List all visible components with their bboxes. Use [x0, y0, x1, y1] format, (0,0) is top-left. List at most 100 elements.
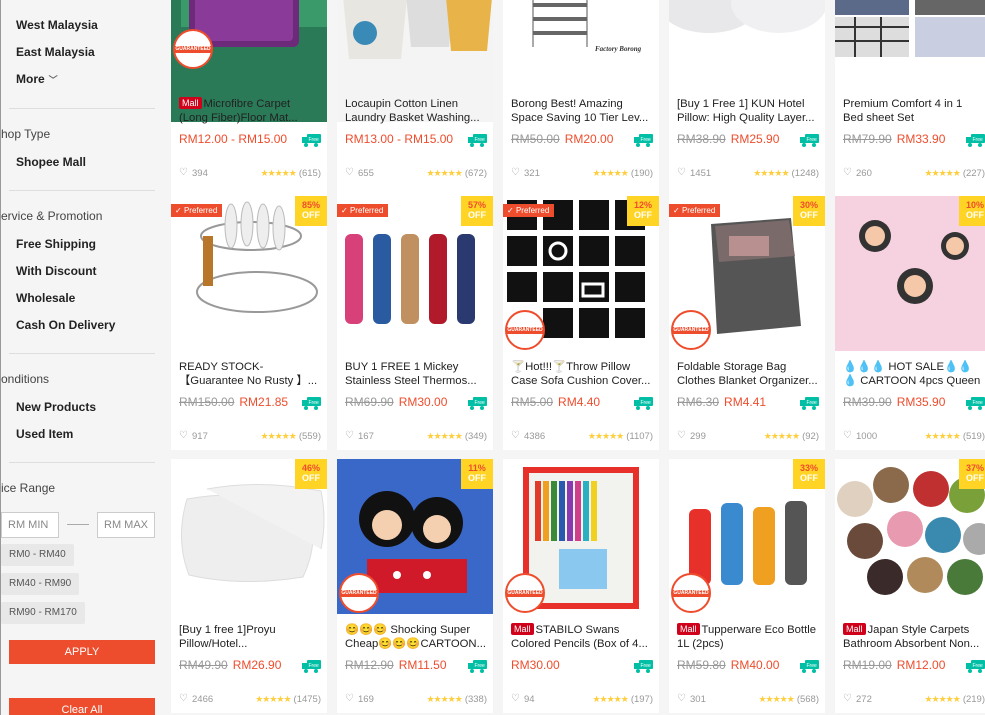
price-chip-40-90[interactable]: RM40 - RM90	[1, 573, 80, 595]
product-card[interactable]: Factory BorongFactory BorongBorong Best!…	[503, 0, 659, 221]
price-chip-90-170[interactable]: RM90 - RM170	[1, 602, 85, 624]
rating: ★★★★★ (519)	[924, 431, 985, 442]
product-title[interactable]: Borong Best! Amazing Space Saving 10 Tie…	[511, 97, 653, 125]
product-card[interactable]: 10% OFF 💧💧💧 HOT SALE💧💧💧 CARTOON 4pcs Queen…	[835, 196, 985, 450]
heart-icon[interactable]: ♡	[843, 693, 852, 704]
heart-icon[interactable]: ♡	[345, 430, 354, 441]
heart-icon[interactable]: ♡	[179, 430, 188, 441]
service-promotion-heading: ervice & Promotion	[1, 209, 103, 223]
original-price: RM150.00	[179, 395, 235, 409]
price-max-input[interactable]: RM MAX	[97, 512, 155, 538]
product-price: RM50.00 RM20.00	[511, 132, 613, 146]
heart-icon[interactable]: ♡	[179, 693, 188, 704]
filter-new-products[interactable]: New Products	[16, 400, 96, 414]
svg-text:Free: Free	[641, 137, 652, 143]
heart-icon[interactable]: ♡	[179, 167, 188, 178]
guaranteed-price-badge: GUARANTEED	[671, 573, 711, 613]
product-card[interactable]: ✓ Preferred 30% OFF GUARANTEED Foldable Stor…	[669, 196, 825, 450]
heart-icon[interactable]: ♡	[511, 167, 520, 178]
product-title[interactable]: Mall Microfibre Carpet (Long Fiber)Floor …	[179, 97, 321, 125]
product-title[interactable]: Premium Comfort 4 in 1 Bed sheet Set	[843, 97, 985, 125]
filter-with-discount[interactable]: With Discount	[16, 264, 97, 278]
filter-used-item[interactable]: Used Item	[16, 427, 73, 441]
product-card[interactable]: ✓ Preferred 12% OFF GUARANTEED 🍸Hot!!!🍸Throw…	[503, 196, 659, 450]
price-chip-0-40[interactable]: RM0 - RM40	[1, 544, 74, 566]
filter-location-west-malaysia[interactable]: West Malaysia	[16, 18, 98, 32]
product-title-text: 😊😊😊 Shocking Super Cheap😊😊😊CARTOON...	[345, 624, 486, 650]
product-card[interactable]: 37% OFF Mall Japan Style Carpets Bathroom A…	[835, 459, 985, 713]
more-label: More	[16, 72, 45, 86]
original-price: RM38.90	[677, 132, 726, 146]
rating: ★★★★★ (1107)	[588, 431, 653, 442]
product-card[interactable]: GUARANTEED Mall STABILO Swans Colored Penc…	[503, 459, 659, 713]
star-rating-icon: ★★★★★	[426, 168, 462, 178]
guaranteed-label: GUARANTEED	[673, 327, 709, 334]
heart-icon[interactable]: ♡	[677, 167, 686, 178]
product-card[interactable]: Premium Comfort 4 in 1 Bed sheet Set RM79…	[835, 0, 985, 221]
heart-icon[interactable]: ♡	[677, 693, 686, 704]
product-title[interactable]: Locaupin Cotton Linen Laundry Basket Was…	[345, 97, 487, 125]
original-price: RM49.90	[179, 658, 228, 672]
product-title[interactable]: BUY 1 FREE 1 Mickey Stainless Steel Ther…	[345, 360, 487, 388]
sale-price: RM4.41	[724, 395, 767, 409]
product-card[interactable]: GUARANTEED Mall Microfibre Carpet (Long Fi…	[171, 0, 327, 221]
heart-icon[interactable]: ♡	[843, 430, 852, 441]
product-title-text: Locaupin Cotton Linen Laundry Basket Was…	[345, 98, 480, 124]
original-price: RM69.90	[345, 395, 394, 409]
filter-shopee-mall[interactable]: Shopee Mall	[16, 155, 86, 169]
heart-icon[interactable]: ♡	[345, 693, 354, 704]
divider	[9, 108, 155, 109]
product-title[interactable]: Mall Japan Style Carpets Bathroom Absorbe…	[843, 623, 985, 651]
heart-icon[interactable]: ♡	[511, 430, 520, 441]
guaranteed-label: GUARANTEED	[673, 590, 709, 597]
product-title[interactable]: 🍸Hot!!!🍸Throw Pillow Case Sofa Cushion C…	[511, 360, 653, 388]
more-locations-button[interactable]: More ﹀	[16, 72, 58, 86]
clear-all-button[interactable]: Clear All	[9, 698, 155, 715]
filter-cash-on-delivery[interactable]: Cash On Delivery	[16, 318, 115, 332]
product-title-text: Foldable Storage Bag Clothes Blanket Org…	[677, 361, 818, 387]
svg-text:Free: Free	[475, 400, 486, 406]
sale-price: RM40.00	[730, 658, 780, 672]
product-title-text: [Buy 1 Free 1] KUN Hotel Pillow: High Qu…	[677, 98, 815, 124]
product-card[interactable]: ✓ Preferred 57% OFF BUY 1 FREE 1 Mickey Sta…	[337, 196, 493, 450]
product-price: RM150.00 RM21.85	[179, 395, 288, 409]
product-title[interactable]: Mall STABILO Swans Colored Pencils (Box o…	[511, 623, 653, 651]
product-footer: ♡ 917 ★★★★★ (559)	[179, 430, 321, 442]
product-footer: ♡ 301 ★★★★★ (568)	[677, 693, 819, 705]
product-card[interactable]: [Buy 1 Free 1] KUN Hotel Pillow: High Qu…	[669, 0, 825, 221]
product-card[interactable]: Locaupin Cotton Linen Laundry Basket Was…	[337, 0, 493, 221]
product-title[interactable]: Foldable Storage Bag Clothes Blanket Org…	[677, 360, 819, 388]
check-icon: ✓	[175, 206, 184, 215]
filter-wholesale[interactable]: Wholesale	[16, 291, 75, 305]
apply-button[interactable]: APPLY	[9, 640, 155, 664]
review-count: (197)	[630, 694, 653, 705]
price-min-input[interactable]: RM MIN	[1, 512, 59, 538]
product-card[interactable]: 33% OFF GUARANTEED Mall Tupperware Eco Bottl…	[669, 459, 825, 713]
product-title[interactable]: READY STOCK-【Guarantee No Rusty 】...	[179, 360, 321, 388]
heart-icon[interactable]: ♡	[843, 167, 852, 178]
heart-icon[interactable]: ♡	[345, 167, 354, 178]
guaranteed-price-badge: GUARANTEED	[505, 573, 545, 613]
discount-percent: 46%	[301, 463, 320, 473]
product-title[interactable]: 💧💧💧 HOT SALE💧💧💧 CARTOON 4pcs Queen si...	[843, 360, 985, 388]
like-count: 299	[690, 431, 706, 442]
filter-free-shipping[interactable]: Free Shipping	[16, 237, 96, 251]
heart-icon[interactable]: ♡	[511, 693, 520, 704]
star-rating-icon: ★★★★★	[260, 168, 296, 178]
product-title[interactable]: 😊😊😊 Shocking Super Cheap😊😊😊CARTOON...	[345, 623, 487, 651]
heart-icon[interactable]: ♡	[677, 430, 686, 441]
like-count: 169	[358, 694, 374, 705]
like-count: 1451	[690, 168, 712, 179]
svg-text:Factory Borong: Factory Borong	[595, 45, 642, 53]
product-title[interactable]: [Buy 1 free 1]Proyu Pillow/Hotel...	[179, 623, 321, 651]
product-card[interactable]: 11% OFF GUARANTEED 😊😊😊 Shocking Super Cheap…	[337, 459, 493, 713]
preferred-badge: ✓ Preferred	[171, 204, 223, 217]
filter-location-east-malaysia[interactable]: East Malaysia	[16, 45, 95, 59]
star-rating-icon: ★★★★★	[255, 694, 291, 704]
free-shipping-icon: FreeFree	[302, 660, 321, 673]
product-title[interactable]: Mall Tupperware Eco Bottle 1L (2pcs)	[677, 623, 819, 651]
review-count: (1107)	[626, 431, 653, 442]
product-title[interactable]: [Buy 1 Free 1] KUN Hotel Pillow: High Qu…	[677, 97, 819, 125]
product-card[interactable]: ✓ Preferred 85% OFF READY STOCK-【Guarantee …	[171, 196, 327, 450]
product-card[interactable]: 46% OFF [Buy 1 free 1]Proyu Pillow/Hotel..…	[171, 459, 327, 713]
